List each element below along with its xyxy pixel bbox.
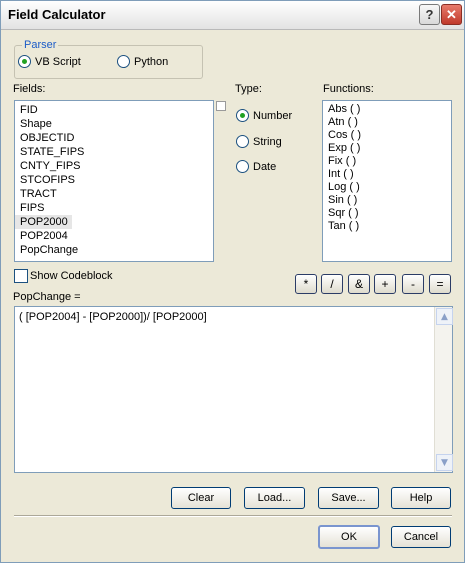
- show-codeblock-checkbox[interactable]: [14, 269, 28, 283]
- radio-icon[interactable]: [236, 135, 249, 148]
- list-item[interactable]: TRACT: [15, 187, 213, 201]
- radio-icon[interactable]: [236, 109, 249, 122]
- radio-python[interactable]: Python: [117, 55, 168, 68]
- radio-number[interactable]: Number: [236, 109, 292, 122]
- list-item[interactable]: Cos ( ): [323, 129, 451, 142]
- radio-python-label: Python: [134, 55, 169, 68]
- list-item[interactable]: Atn ( ): [323, 116, 451, 129]
- list-item[interactable]: STATE_FIPS: [15, 145, 213, 159]
- list-item[interactable]: Sqr ( ): [323, 207, 451, 220]
- fields-expand-icon[interactable]: [216, 101, 226, 111]
- radio-string[interactable]: String: [236, 135, 282, 148]
- ok-button[interactable]: OK: [318, 525, 380, 549]
- list-item-highlighted[interactable]: POP2000: [15, 215, 72, 229]
- radio-date[interactable]: Date: [236, 160, 276, 173]
- fields-label: Fields:: [13, 83, 46, 95]
- operator-divide-button[interactable]: /: [321, 274, 343, 294]
- operator-concat-button[interactable]: &: [348, 274, 370, 294]
- functions-label: Functions:: [323, 83, 374, 95]
- operator-multiply-button[interactable]: *: [295, 274, 317, 294]
- load-button[interactable]: Load...: [244, 487, 305, 509]
- parser-legend: Parser: [22, 39, 59, 51]
- radio-string-label: String: [253, 135, 282, 148]
- operator-equals-button[interactable]: =: [429, 274, 451, 294]
- radio-icon[interactable]: [236, 160, 249, 173]
- scroll-down-icon[interactable]: ▼: [436, 454, 453, 471]
- cancel-button[interactable]: Cancel: [391, 526, 451, 548]
- scroll-up-icon[interactable]: ▲: [436, 308, 453, 325]
- operator-subtract-button[interactable]: -: [402, 274, 424, 294]
- radio-icon[interactable]: [18, 55, 31, 68]
- window-title: Field Calculator: [8, 7, 106, 22]
- fields-list[interactable]: FID Shape OBJECTID STATE_FIPS CNTY_FIPS …: [14, 100, 214, 262]
- radio-vbscript-label: VB Script: [35, 55, 81, 68]
- expression-text[interactable]: ( [POP2004] - [POP2000])/ [POP2000]: [19, 311, 207, 323]
- help-icon[interactable]: ?: [419, 4, 440, 25]
- functions-list[interactable]: Abs ( ) Atn ( ) Cos ( ) Exp ( ) Fix ( ) …: [322, 100, 452, 262]
- radio-icon[interactable]: [117, 55, 130, 68]
- list-item[interactable]: Sin ( ): [323, 194, 451, 207]
- list-item[interactable]: Exp ( ): [323, 142, 451, 155]
- radio-vbscript[interactable]: VB Script: [18, 55, 81, 68]
- list-item[interactable]: Log ( ): [323, 181, 451, 194]
- list-item[interactable]: FIPS: [15, 201, 213, 215]
- list-item[interactable]: CNTY_FIPS: [15, 159, 213, 173]
- operator-add-button[interactable]: +: [374, 274, 396, 294]
- list-item[interactable]: Int ( ): [323, 168, 451, 181]
- list-item[interactable]: PopChange: [15, 243, 213, 257]
- list-item[interactable]: Tan ( ): [323, 220, 451, 233]
- list-item[interactable]: FID: [15, 103, 213, 117]
- type-label: Type:: [235, 83, 262, 95]
- show-codeblock-label: Show Codeblock: [30, 270, 113, 282]
- radio-number-label: Number: [253, 109, 293, 122]
- radio-date-label: Date: [253, 160, 277, 173]
- title-bar[interactable]: Field Calculator ? ✕: [1, 1, 464, 30]
- list-item[interactable]: OBJECTID: [15, 131, 213, 145]
- expression-textarea[interactable]: ( [POP2004] - [POP2000])/ [POP2000] ▲ ▼: [14, 306, 453, 473]
- save-button[interactable]: Save...: [318, 487, 379, 509]
- expression-scrollbar[interactable]: ▲ ▼: [434, 307, 453, 472]
- close-icon[interactable]: ✕: [441, 4, 462, 25]
- expression-label: PopChange =: [13, 291, 81, 303]
- separator: [14, 515, 452, 517]
- clear-button[interactable]: Clear: [171, 487, 231, 509]
- list-item[interactable]: Abs ( ): [323, 103, 451, 116]
- list-item[interactable]: STCOFIPS: [15, 173, 213, 187]
- field-calculator-window: Field Calculator ? ✕ Parser VB Script Py…: [0, 0, 465, 563]
- list-item[interactable]: POP2004: [15, 229, 213, 243]
- help-button[interactable]: Help: [391, 487, 451, 509]
- list-item[interactable]: Fix ( ): [323, 155, 451, 168]
- list-item[interactable]: Shape: [15, 117, 213, 131]
